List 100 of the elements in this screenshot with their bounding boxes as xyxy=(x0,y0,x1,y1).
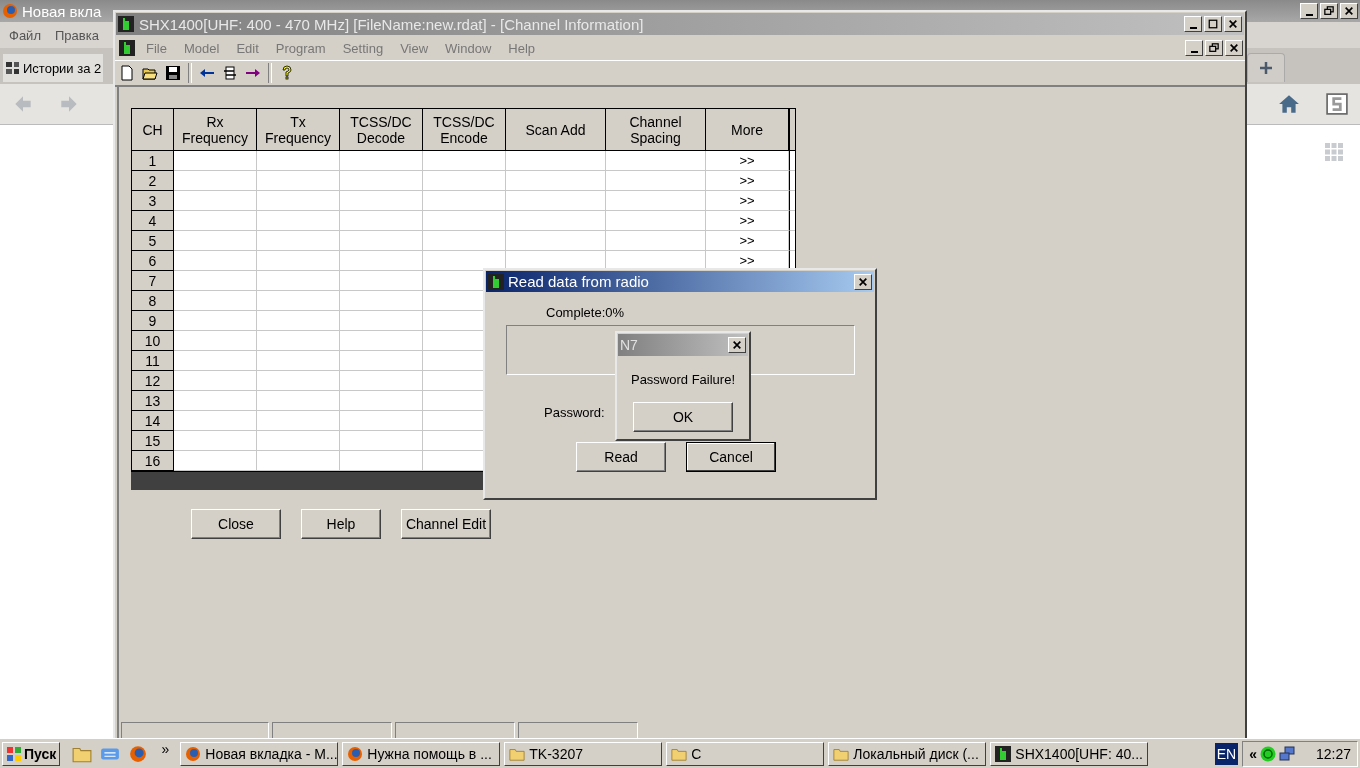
table-cell[interactable] xyxy=(340,331,423,351)
open-folder-icon[interactable] xyxy=(142,65,158,81)
table-cell[interactable] xyxy=(506,151,606,171)
network-status-icon[interactable] xyxy=(1259,745,1276,762)
table-cell[interactable] xyxy=(606,171,706,191)
row-header[interactable]: 3 xyxy=(132,191,174,211)
table-cell[interactable] xyxy=(174,271,257,291)
table-cell[interactable] xyxy=(340,451,423,471)
table-cell[interactable] xyxy=(174,331,257,351)
table-cell[interactable] xyxy=(174,431,257,451)
row-header[interactable]: 11 xyxy=(132,351,174,371)
table-cell[interactable] xyxy=(340,311,423,331)
table-cell[interactable] xyxy=(257,171,340,191)
table-cell[interactable] xyxy=(340,211,423,231)
column-header[interactable]: More xyxy=(706,109,789,151)
row-header[interactable]: 7 xyxy=(132,271,174,291)
dialog-button[interactable]: Close xyxy=(191,509,281,539)
tray-toggle[interactable]: « xyxy=(1249,745,1257,762)
close-button[interactable] xyxy=(1340,3,1358,19)
language-indicator[interactable]: EN xyxy=(1214,742,1239,765)
table-cell[interactable] xyxy=(257,311,340,331)
row-header[interactable]: 13 xyxy=(132,391,174,411)
table-cell[interactable] xyxy=(340,191,423,211)
row-header[interactable]: 15 xyxy=(132,431,174,451)
table-cell[interactable] xyxy=(257,371,340,391)
table-cell[interactable] xyxy=(174,371,257,391)
table-cell[interactable] xyxy=(257,451,340,471)
addon-icon[interactable] xyxy=(1326,93,1348,115)
table-cell[interactable] xyxy=(257,271,340,291)
ok-button[interactable]: OK xyxy=(633,402,733,432)
row-header[interactable]: 4 xyxy=(132,211,174,231)
taskbar-button[interactable]: Нужна помощь в ... xyxy=(342,741,501,766)
table-cell[interactable] xyxy=(174,151,257,171)
taskbar-button[interactable]: SHX1400[UHF: 40... xyxy=(990,741,1149,766)
table-cell[interactable] xyxy=(174,211,257,231)
row-header[interactable]: 9 xyxy=(132,311,174,331)
dialog-button[interactable]: Channel Edit xyxy=(401,509,491,539)
table-cell[interactable] xyxy=(340,411,423,431)
row-header[interactable]: 12 xyxy=(132,371,174,391)
column-header[interactable]: TCSS/DC Decode xyxy=(340,109,423,151)
home-icon[interactable] xyxy=(1278,93,1300,115)
close-button[interactable] xyxy=(854,273,872,290)
table-cell[interactable] xyxy=(340,291,423,311)
table-cell[interactable] xyxy=(257,251,340,271)
table-cell[interactable] xyxy=(174,351,257,371)
table-cell[interactable] xyxy=(174,451,257,471)
table-cell[interactable] xyxy=(506,231,606,251)
table-cell[interactable] xyxy=(257,391,340,411)
menu-item[interactable]: Файл xyxy=(9,27,41,43)
start-button[interactable]: Пуск xyxy=(2,741,61,766)
row-header[interactable]: 2 xyxy=(132,171,174,191)
row-header[interactable]: 5 xyxy=(132,231,174,251)
table-cell[interactable] xyxy=(340,151,423,171)
table-cell[interactable] xyxy=(340,391,423,411)
taskbar-button[interactable]: TK-3207 xyxy=(504,741,663,766)
table-cell[interactable] xyxy=(257,351,340,371)
table-cell[interactable] xyxy=(340,431,423,451)
table-cell[interactable] xyxy=(340,231,423,251)
minimize-button[interactable] xyxy=(1300,3,1318,19)
table-cell[interactable] xyxy=(606,211,706,231)
table-cell[interactable] xyxy=(606,151,706,171)
column-header[interactable]: TCSS/DC Encode xyxy=(423,109,506,151)
row-header[interactable]: 8 xyxy=(132,291,174,311)
table-cell[interactable] xyxy=(174,171,257,191)
row-header[interactable]: 1 xyxy=(132,151,174,171)
dialog-button[interactable]: Read xyxy=(576,442,666,472)
table-cell[interactable] xyxy=(423,191,506,211)
close-button[interactable] xyxy=(1224,16,1242,32)
column-header[interactable]: CH xyxy=(132,109,174,151)
table-cell[interactable] xyxy=(174,411,257,431)
table-cell[interactable] xyxy=(423,211,506,231)
new-tab-button[interactable] xyxy=(1247,53,1285,82)
maximize-button[interactable] xyxy=(1204,16,1222,32)
table-cell[interactable] xyxy=(423,231,506,251)
table-cell[interactable] xyxy=(174,391,257,411)
table-cell[interactable] xyxy=(257,151,340,171)
taskbar-button[interactable]: Новая вкладка - М... xyxy=(180,741,339,766)
row-header[interactable]: 14 xyxy=(132,411,174,431)
table-cell[interactable] xyxy=(174,251,257,271)
minimize-button[interactable] xyxy=(1185,40,1203,56)
table-cell[interactable] xyxy=(423,171,506,191)
row-header[interactable]: 10 xyxy=(132,331,174,351)
row-header[interactable]: 6 xyxy=(132,251,174,271)
browser-icon[interactable] xyxy=(128,744,149,763)
table-cell[interactable] xyxy=(174,311,257,331)
column-header[interactable]: Scan Add xyxy=(506,109,606,151)
save-icon[interactable] xyxy=(165,65,181,81)
close-button[interactable] xyxy=(728,337,746,353)
dialog-button[interactable]: Cancel xyxy=(686,442,776,472)
row-header[interactable]: 16 xyxy=(132,451,174,471)
table-cell[interactable] xyxy=(257,211,340,231)
table-cell[interactable] xyxy=(506,171,606,191)
table-cell[interactable] xyxy=(257,431,340,451)
table-cell[interactable] xyxy=(340,251,423,271)
table-cell[interactable] xyxy=(174,291,257,311)
menu-item[interactable]: Правка xyxy=(54,27,99,43)
column-header[interactable]: Rx Frequency xyxy=(174,109,257,151)
table-cell[interactable] xyxy=(257,231,340,251)
dialog-button[interactable]: Help xyxy=(301,509,381,539)
more-button[interactable]: » xyxy=(154,741,177,757)
